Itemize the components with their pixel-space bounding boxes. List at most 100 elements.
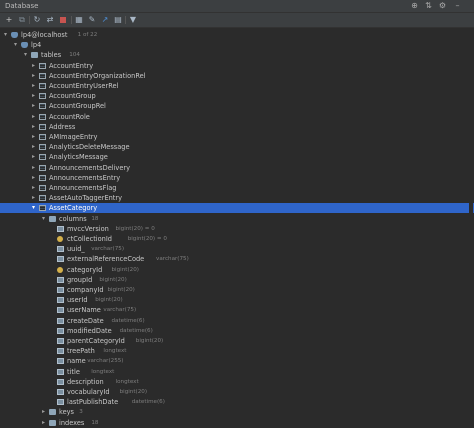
tree-column[interactable]: treePath longtext xyxy=(0,346,474,356)
tree-table[interactable]: ▸ AssetAutoTaggerEntry xyxy=(0,193,474,203)
tree-column[interactable]: modifiedDate datetime(6) xyxy=(0,326,474,336)
chevron-right-icon[interactable]: ▸ xyxy=(30,81,37,91)
tree-column[interactable]: groupId bigint(20) xyxy=(0,275,474,285)
column-name: vocabularyId xyxy=(67,388,110,396)
folder-icon xyxy=(31,52,38,59)
column-icon xyxy=(57,297,64,304)
table-name: AssetAutoTaggerEntry xyxy=(49,194,122,203)
tree-column[interactable]: parentCategoryId bigint(20) xyxy=(0,336,474,346)
tree-table[interactable]: ▸ AccountEntryUserRel xyxy=(0,81,474,91)
chevron-down-icon[interactable]: ▾ xyxy=(22,50,29,60)
database-tree[interactable]: ▾ lp4@localhost 1 of 22 ▾ lp4 ▾ tables 104 ▸ Acco… xyxy=(0,28,474,427)
tree-table[interactable]: ▸ AnnouncementsFlag xyxy=(0,183,474,193)
tree-table[interactable]: ▸ AnnouncementsDelivery xyxy=(0,163,474,173)
chevron-right-icon[interactable]: ▸ xyxy=(30,193,37,203)
tree-column[interactable]: categoryId bigint(20) xyxy=(0,265,474,275)
chevron-right-icon[interactable]: ▸ xyxy=(30,173,37,183)
indexes-folder-label: indexes xyxy=(59,418,85,427)
column-type: varchar(75) xyxy=(103,307,137,314)
column-icon xyxy=(57,317,64,324)
tree-column[interactable]: mvccVersion bigint(20) = 0 xyxy=(0,224,474,234)
tree-tables-folder[interactable]: ▾ tables 104 xyxy=(0,50,474,60)
folder-icon xyxy=(49,409,56,416)
chevron-right-icon[interactable]: ▸ xyxy=(30,163,37,173)
chevron-right-icon[interactable]: ▸ xyxy=(30,142,37,152)
tree-columns-folder[interactable]: ▾ columns 18 xyxy=(0,214,474,224)
tree-schema[interactable]: ▾ lp4 xyxy=(0,40,474,50)
split-icon[interactable]: ⇅ xyxy=(424,1,433,10)
hide-icon[interactable]: – xyxy=(453,1,462,10)
tree-column[interactable]: name varchar(255) xyxy=(0,356,474,366)
table-icon[interactable]: ▦ xyxy=(74,15,84,25)
tree-table[interactable]: ▸ AnnouncementsEntry xyxy=(0,173,474,183)
indexes-count: 18 xyxy=(91,419,99,426)
stop-icon[interactable] xyxy=(58,15,68,25)
datasource-label: lp4@localhost xyxy=(21,31,68,39)
chevron-right-icon[interactable]: ▸ xyxy=(30,71,37,81)
column-type: bigint(20) xyxy=(107,287,135,293)
table-icon xyxy=(39,164,46,171)
chevron-down-icon[interactable]: ▾ xyxy=(30,203,37,213)
tree-table[interactable]: ▸ Address xyxy=(0,122,474,132)
globe-icon[interactable]: ⊕ xyxy=(410,1,419,10)
chevron-right-icon[interactable]: ▸ xyxy=(30,152,37,162)
tables-folder-label: tables xyxy=(41,51,62,60)
tree-column[interactable]: title longtext xyxy=(0,367,474,377)
chevron-right-icon[interactable]: ▸ xyxy=(30,61,37,71)
tree-column[interactable]: vocabularyId bigint(20) xyxy=(0,387,474,397)
chevron-right-icon[interactable]: ▸ xyxy=(30,132,37,142)
column-icon xyxy=(57,358,64,365)
schema-icon xyxy=(21,42,28,49)
tree-column[interactable]: lastPublishDate datetime(6) xyxy=(0,397,474,407)
chevron-down-icon[interactable]: ▾ xyxy=(12,40,19,50)
tree-table[interactable]: ▸ AccountEntryOrganizationRel xyxy=(0,71,474,81)
tree-column[interactable]: ctCollectionId bigint(20) = 0 xyxy=(0,234,474,244)
tree-column[interactable]: externalReferenceCode varchar(75) xyxy=(0,254,474,264)
tree-table-selected[interactable]: ▾ AssetCategory xyxy=(0,203,474,214)
tree-column[interactable]: userId bigint(20) xyxy=(0,295,474,305)
chevron-down-icon[interactable]: ▾ xyxy=(2,30,9,40)
chevron-right-icon[interactable]: ▸ xyxy=(30,91,37,101)
chevron-right-icon[interactable]: ▸ xyxy=(30,122,37,132)
tree-table[interactable]: ▸ AccountGroupRel xyxy=(0,101,474,111)
column-name: mvccVersion xyxy=(67,224,109,233)
tree-column[interactable]: userName varchar(75) xyxy=(0,305,474,315)
tree-scrollbar[interactable] xyxy=(469,30,473,406)
tree-table[interactable]: ▸ AnalyticsMessage xyxy=(0,152,474,162)
table-name: Address xyxy=(49,122,76,131)
table-name: AccountRole xyxy=(49,112,90,121)
tree-table[interactable]: ▸ AnalyticsDeleteMessage xyxy=(0,142,474,152)
copy-icon[interactable]: ⧉ xyxy=(17,15,27,25)
tree-column[interactable]: uuid_ varchar(75) xyxy=(0,244,474,254)
chevron-right-icon[interactable]: ▸ xyxy=(30,183,37,193)
column-type: datetime(6) xyxy=(131,399,165,406)
column-icon xyxy=(57,225,64,232)
keys-folder-label: keys xyxy=(59,408,74,417)
keys-count: 3 xyxy=(79,409,83,416)
column-icon xyxy=(57,256,64,263)
edit-icon[interactable]: ✎ xyxy=(87,15,97,25)
tree-datasource[interactable]: ▾ lp4@localhost 1 of 22 xyxy=(0,30,474,40)
settings-icon[interactable]: ▤ xyxy=(113,15,123,25)
tree-column[interactable]: createDate datetime(6) xyxy=(0,316,474,326)
schema-sync-icon[interactable]: ⇄ xyxy=(45,15,55,25)
add-icon[interactable]: + xyxy=(4,15,14,25)
tree-column[interactable]: description longtext xyxy=(0,377,474,387)
chevron-right-icon[interactable]: ▸ xyxy=(30,112,37,122)
tree-indexes-folder[interactable]: ▸ indexes 18 xyxy=(0,418,474,428)
chevron-down-icon[interactable]: ▾ xyxy=(40,214,47,224)
refresh-icon[interactable]: ↻ xyxy=(32,15,42,25)
filter-icon[interactable]: ▼ xyxy=(128,15,138,25)
chevron-right-icon[interactable]: ▸ xyxy=(40,418,47,428)
chevron-right-icon[interactable]: ▸ xyxy=(40,407,47,417)
tree-table[interactable]: ▸ AccountEntry xyxy=(0,61,474,71)
jump-to-console-icon[interactable]: ↗ xyxy=(100,15,110,25)
column-name: description xyxy=(67,377,104,386)
tree-column[interactable]: companyId bigint(20) xyxy=(0,285,474,295)
tree-keys-folder[interactable]: ▸ keys 3 xyxy=(0,407,474,417)
tree-table[interactable]: ▸ AccountRole xyxy=(0,112,474,122)
gear-icon[interactable]: ⚙ xyxy=(438,1,447,10)
chevron-right-icon[interactable]: ▸ xyxy=(30,101,37,111)
tree-table[interactable]: ▸ AccountGroup xyxy=(0,91,474,101)
tree-table[interactable]: ▸ AMImageEntry xyxy=(0,132,474,142)
